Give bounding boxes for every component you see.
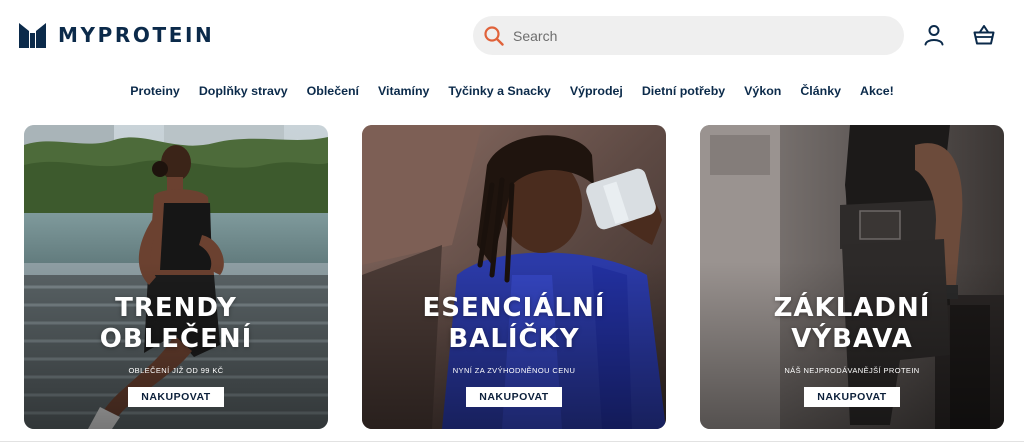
nav-item-tycinky-a-snacky[interactable]: Tyčinky a Snacky xyxy=(439,80,560,102)
promo-card-trendy-obleceni[interactable]: TRENDY OBLEČENÍ OBLEČENÍ JIŽ OD 99 KČ NA… xyxy=(24,125,328,429)
promo-title-line2: VÝBAVA xyxy=(791,324,913,354)
site-header: MYPROTEIN xyxy=(0,0,1024,70)
promo-title-line2: BALÍČKY xyxy=(448,324,580,354)
promo-card-zakladni-vybava[interactable]: ZÁKLADNÍ VÝBAVA NÁŠ NEJPRODÁVANĚJŠÍ PROT… xyxy=(700,125,1004,429)
nav-item-clanky[interactable]: Články xyxy=(791,80,851,102)
nav-item-obleceni[interactable]: Oblečení xyxy=(297,80,368,102)
promo-title-line1: ESENCIÁLNÍ xyxy=(422,293,606,323)
account-icon[interactable] xyxy=(922,23,946,47)
promo-text-block: ZÁKLADNÍ VÝBAVA NÁŠ NEJPRODÁVANĚJŠÍ PROT… xyxy=(700,293,1004,407)
search-bar[interactable] xyxy=(473,16,904,55)
basket-icon[interactable] xyxy=(972,23,996,47)
promo-subtitle: NÁŠ NEJPRODÁVANĚJŠÍ PROTEIN xyxy=(784,366,920,375)
promo-text-block: TRENDY OBLEČENÍ OBLEČENÍ JIŽ OD 99 KČ NA… xyxy=(24,293,328,407)
myprotein-logo[interactable]: MYPROTEIN xyxy=(19,22,214,48)
promo-title-line1: TRENDY xyxy=(115,293,237,323)
promo-card-esencialni-balicky[interactable]: ESENCIÁLNÍ BALÍČKY NYNÍ ZA ZVÝHODNĚNOU C… xyxy=(362,125,666,429)
nav-item-proteiny[interactable]: Proteiny xyxy=(121,80,190,102)
nav-item-vitaminy[interactable]: Vitamíny xyxy=(369,80,439,102)
main-navigation: Proteiny Doplňky stravy Oblečení Vitamín… xyxy=(0,80,1024,102)
promo-title-line1: ZÁKLADNÍ xyxy=(773,293,931,323)
shop-now-button[interactable]: NAKUPOVAT xyxy=(804,387,900,407)
nav-item-doplnky-stravy[interactable]: Doplňky stravy xyxy=(189,80,297,102)
nav-item-dietni-potreby[interactable]: Dietní potřeby xyxy=(632,80,734,102)
search-icon[interactable] xyxy=(484,25,504,46)
nav-item-vyprodej[interactable]: Výprodej xyxy=(560,80,632,102)
shop-now-button[interactable]: NAKUPOVAT xyxy=(466,387,562,407)
nav-item-vykon[interactable]: Výkon xyxy=(735,80,791,102)
search-input[interactable] xyxy=(513,27,883,44)
promo-subtitle: NYNÍ ZA ZVÝHODNĚNOU CENU xyxy=(452,366,576,375)
shop-now-button[interactable]: NAKUPOVAT xyxy=(128,387,224,407)
promo-title-line2: OBLEČENÍ xyxy=(99,324,253,354)
promo-text-block: ESENCIÁLNÍ BALÍČKY NYNÍ ZA ZVÝHODNĚNOU C… xyxy=(362,293,666,407)
logo-mark-icon xyxy=(19,22,46,48)
nav-item-akce[interactable]: Akce! xyxy=(851,80,904,102)
promo-subtitle: OBLEČENÍ JIŽ OD 99 KČ xyxy=(128,366,224,375)
logo-text: MYPROTEIN xyxy=(58,23,215,47)
divider xyxy=(0,441,1024,442)
